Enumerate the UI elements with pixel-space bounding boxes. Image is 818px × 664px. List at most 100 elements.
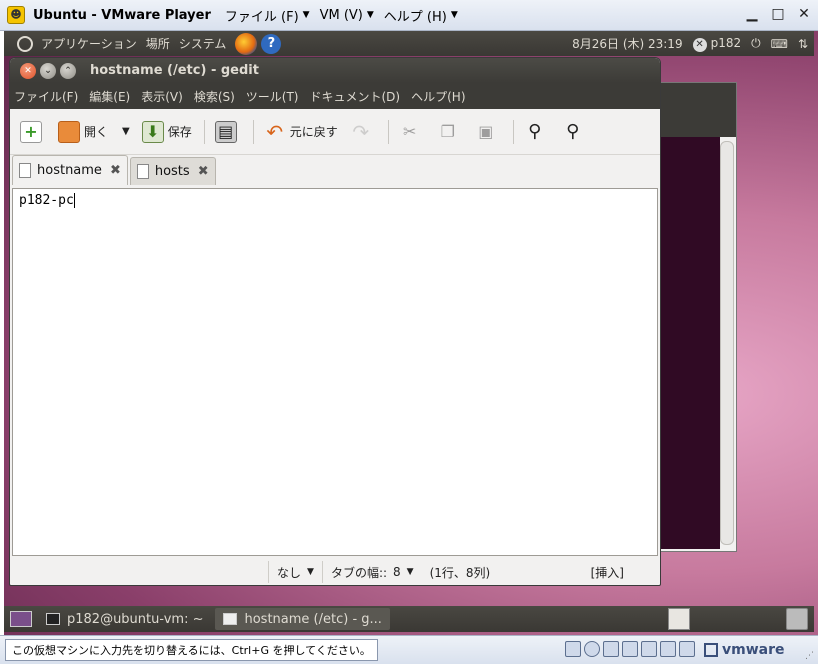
window-title: hostname (/etc) - gedit (90, 63, 259, 78)
toolbar-separator (512, 119, 514, 144)
save-button[interactable]: ⬇ 保存 (141, 120, 192, 143)
close-icon[interactable]: ✕ (20, 62, 36, 79)
undo-label: 元に戻す (289, 125, 338, 139)
notes-icon[interactable] (668, 608, 690, 630)
vmware-status-bar: この仮想マシンに入力先を切り替えるには、Ctrl+G を押してください。 vmw… (0, 635, 818, 664)
gedit-titlebar: ✕ ⌄ ⌃ hostname (/etc) - gedit (10, 58, 660, 83)
open-label: 開く (84, 125, 109, 139)
gnome-bottom-panel: p182@ubuntu-vm: ~ hostname (/etc) - g... (4, 606, 814, 632)
terminal-body (656, 137, 720, 549)
vm-menu-file[interactable]: ファイル (F) ▼ (225, 6, 310, 25)
minimize-icon[interactable]: ⌄ (40, 62, 56, 79)
scissors-icon: ✂ (403, 122, 417, 141)
trash-icon[interactable] (786, 608, 808, 630)
power-icon[interactable]: ⏻ (751, 36, 761, 51)
vmware-title-bar: ☻ Ubuntu - VMware Player ファイル (F) ▼ VM (V… (0, 0, 818, 31)
vm-menu-vm[interactable]: VM (V) ▼ (320, 8, 374, 23)
taskbar-gedit[interactable]: hostname (/etc) - g... (215, 608, 390, 630)
network-icon[interactable]: ⇅ (798, 37, 808, 51)
vmware-logo: vmware (704, 642, 785, 658)
panel-indicators: 8月26日 (木) 23:19 ✕ p182 ⏻ ⌨ ⇅ (572, 31, 808, 56)
sound-icon[interactable] (660, 641, 676, 657)
menu-tools[interactable]: ツール(T) (246, 88, 299, 105)
terminal-scrollbar[interactable] (720, 141, 734, 545)
save-label: 保存 (167, 125, 192, 139)
copy-button[interactable]: ❐ (437, 121, 463, 143)
maximize-icon[interactable]: □ (770, 6, 786, 22)
resize-grip-icon[interactable]: ⋰ (805, 651, 814, 661)
hard-disk-icon[interactable] (565, 641, 581, 657)
menu-applications[interactable]: アプリケーション (41, 35, 137, 52)
taskbar-terminal[interactable]: p182@ubuntu-vm: ~ (38, 608, 211, 630)
close-icon[interactable]: ✕ (796, 6, 812, 22)
toolbar-separator (387, 119, 389, 144)
tab-hosts[interactable]: hosts ✖ (129, 157, 216, 185)
find-button[interactable]: ⚲ (524, 121, 550, 143)
text-editor[interactable]: p182-pc (12, 188, 658, 556)
undo-icon: ↶ (266, 119, 284, 144)
clock[interactable]: 8月26日 (木) 23:19 (572, 35, 682, 52)
paste-button[interactable]: ▣ (475, 121, 501, 143)
new-button[interactable]: + (20, 120, 46, 143)
save-icon: ⬇ (141, 120, 164, 143)
menu-file[interactable]: ファイル(F) (14, 88, 78, 105)
toolbar-separator (203, 119, 205, 144)
background-terminal-window[interactable] (655, 82, 737, 552)
open-button[interactable]: 開く ▼ (58, 120, 130, 143)
user-menu[interactable]: ✕ p182 (692, 36, 741, 52)
vmware-window-title: Ubuntu - VMware Player (33, 7, 211, 23)
device-icons (565, 641, 695, 657)
tab-hostname[interactable]: hostname ✖ (12, 155, 128, 185)
menu-places[interactable]: 場所 (146, 35, 170, 52)
cd-rom-icon[interactable] (584, 641, 600, 657)
tab-width-selector[interactable]: タブの幅:: 8 ▼ (321, 561, 422, 583)
text-cursor (73, 193, 75, 208)
undo-button[interactable]: ↶ 元に戻す (264, 119, 338, 144)
menu-system[interactable]: システム (179, 35, 227, 52)
document-icon (19, 163, 31, 178)
gedit-toolbar: + 開く ▼ ⬇ 保存 ▤ ↶ 元に戻す ↷ ✂ ❐ ▣ ⚲ ⚲ (10, 109, 660, 155)
show-desktop-icon[interactable] (10, 611, 32, 627)
chevron-down-icon: ▼ (302, 10, 310, 20)
message-icon[interactable] (679, 641, 695, 657)
editor-content: p182-pc (19, 193, 74, 208)
maximize-icon[interactable]: ⌃ (60, 62, 76, 79)
gnome-top-panel: アプリケーション 場所 システム ? 8月26日 (木) 23:19 ✕ p182… (4, 31, 814, 56)
menu-search[interactable]: 検索(S) (194, 88, 235, 105)
menu-edit[interactable]: 編集(E) (89, 88, 130, 105)
highlight-mode-selector[interactable]: なし ▼ (268, 561, 322, 583)
tab-label: hosts (154, 164, 190, 179)
chevron-down-icon[interactable]: ▼ (122, 126, 130, 137)
vmware-logo-icon (704, 643, 718, 657)
chevron-down-icon: ▼ (307, 567, 314, 577)
menu-help[interactable]: ヘルプ(H) (411, 88, 465, 105)
keyboard-icon[interactable]: ⌨ (771, 37, 788, 51)
gedit-menubar: ファイル(F) 編集(E) 表示(V) 検索(S) ツール(T) ドキュメント(… (10, 83, 660, 109)
cut-button[interactable]: ✂ (399, 121, 425, 143)
firefox-icon[interactable] (235, 32, 258, 55)
chevron-down-icon: ▼ (406, 567, 414, 577)
text-editor-icon (223, 613, 238, 625)
print-button[interactable]: ▤ (214, 120, 241, 143)
close-tab-icon[interactable]: ✖ (110, 163, 121, 178)
terminal-titlebar (656, 83, 736, 137)
replace-button[interactable]: ⚲ (562, 121, 588, 143)
toolbar-separator (252, 119, 254, 144)
gedit-statusbar: なし ▼ タブの幅:: 8 ▼ (1行、8列) [挿入] (10, 560, 660, 584)
minimize-icon[interactable]: ▁ (744, 6, 760, 22)
usb-icon[interactable] (641, 641, 657, 657)
menu-documents[interactable]: ドキュメント(D) (310, 88, 401, 105)
redo-button[interactable]: ↷ (350, 120, 376, 144)
find-replace-icon: ⚲ (566, 121, 580, 142)
cursor-position: (1行、8列) (429, 565, 491, 580)
ubuntu-logo-icon[interactable] (17, 35, 33, 52)
task-label: p182@ubuntu-vm: ~ (67, 611, 204, 627)
help-icon[interactable]: ? (261, 33, 282, 54)
user-status-icon: ✕ (692, 37, 707, 52)
menu-view[interactable]: 表示(V) (141, 88, 183, 105)
insert-mode: [挿入] (590, 565, 624, 580)
floppy-icon[interactable] (603, 641, 619, 657)
close-tab-icon[interactable]: ✖ (198, 164, 209, 179)
network-adapter-icon[interactable] (622, 641, 638, 657)
vm-menu-help[interactable]: ヘルプ (H) ▼ (384, 6, 458, 25)
